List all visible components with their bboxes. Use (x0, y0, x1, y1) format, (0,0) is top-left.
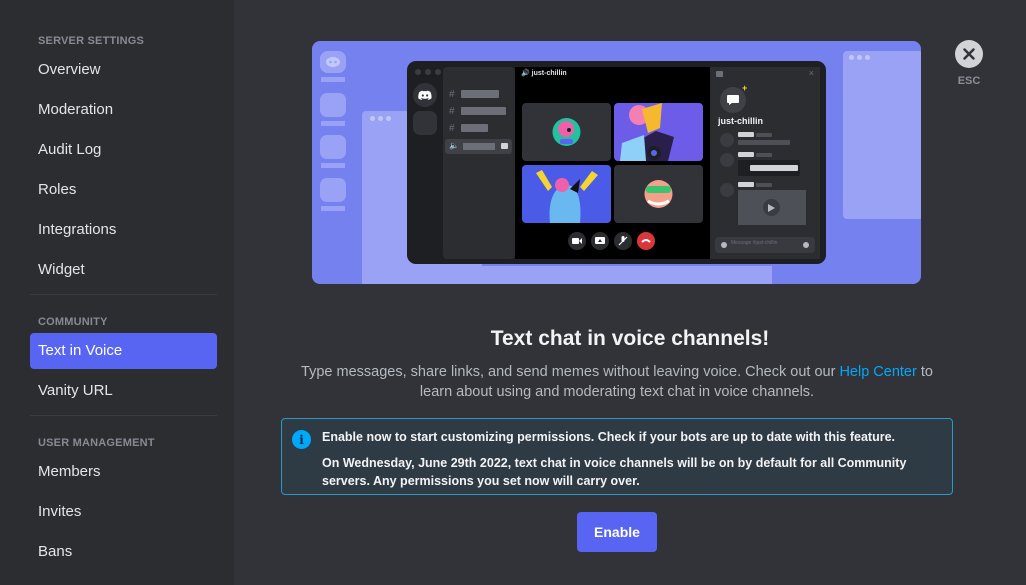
notice-line-1: Enable now to start customizing permissi… (322, 430, 896, 444)
mock-avatar (720, 183, 734, 197)
mock-time (756, 183, 772, 187)
esc-label: ESC (957, 75, 981, 87)
mock-avatar (720, 153, 734, 167)
ghost-base (362, 266, 772, 284)
sparkle-icon: + (742, 83, 748, 93)
info-notice: i Enable now to start customizing permis… (281, 418, 953, 495)
server-placeholder (413, 111, 437, 135)
sidebar-item-widget[interactable]: Widget (30, 252, 217, 288)
mock-avatar (720, 133, 734, 147)
sidebar-item-vanity-url[interactable]: Vanity URL (30, 373, 217, 409)
ghost-window-right (843, 51, 921, 219)
mock-voice-call: 🔊 just-chillin (515, 67, 710, 259)
mock-message-input: Message #just-chillin (715, 237, 815, 253)
sidebar-item-bans[interactable]: Bans (30, 534, 217, 570)
ghost-server (320, 178, 346, 202)
mock-voice-channel: 🔈 (445, 139, 512, 154)
description-text: Type messages, share links, and send mem… (301, 364, 840, 380)
sidebar-item-audit-log[interactable]: Audit Log (30, 132, 217, 168)
ghost-server-icon (320, 51, 346, 73)
screen-share-icon (591, 232, 609, 250)
ghost-server (320, 135, 346, 159)
voice-channel-name: just-chillin (531, 70, 567, 77)
help-center-link[interactable]: Help Center (839, 364, 916, 380)
section-header-user-management: USER MANAGEMENT (38, 437, 155, 449)
mock-video-embed (738, 190, 806, 225)
mute-icon (614, 232, 632, 250)
mock-time (756, 133, 772, 137)
mock-name (738, 152, 754, 157)
play-icon (763, 199, 780, 216)
message-placeholder: Message #just-chillin (731, 240, 778, 246)
settings-sidebar: SERVER SETTINGS Overview Moderation Audi… (0, 0, 234, 585)
sidebar-item-members[interactable]: Members (30, 454, 217, 490)
discord-logo-icon (413, 83, 437, 107)
ghost-bar (321, 121, 345, 126)
mock-time (756, 153, 772, 157)
camera-icon (568, 232, 586, 250)
page-description: Type messages, share links, and send mem… (290, 362, 944, 402)
close-thread-icon: × (808, 68, 814, 78)
sidebar-divider (30, 294, 217, 295)
ghost-bar (321, 206, 345, 211)
voice-channel-title: 🔊 just-chillin (521, 70, 567, 77)
page-title: Text chat in voice channels! (490, 327, 770, 350)
sidebar-item-roles[interactable]: Roles (30, 172, 217, 208)
participant-tile (522, 165, 611, 223)
notice-line-2: On Wednesday, June 29th 2022, text chat … (322, 456, 907, 488)
emoji-icon (803, 242, 809, 248)
info-icon: i (292, 430, 311, 449)
sidebar-item-moderation[interactable]: Moderation (30, 92, 217, 128)
sidebar-item-overview[interactable]: Overview (30, 52, 217, 88)
participant-tile (614, 103, 703, 161)
window-dots (415, 69, 441, 75)
mock-text-channel: # (449, 89, 499, 100)
participant-tile (614, 165, 703, 223)
mock-text-channel: # (449, 106, 506, 117)
mock-thread-panel: × + just-chillin Message #just-chillin (710, 67, 820, 259)
close-control: ESC (955, 40, 983, 87)
mock-channel-list: # # # 🔈 (443, 67, 515, 259)
mock-discord-window: # # # 🔈 🔊 just-chillin × + just-chillin … (407, 61, 826, 264)
ghost-bar (321, 163, 345, 168)
participant-tile (522, 103, 611, 161)
sidebar-item-integrations[interactable]: Integrations (30, 212, 217, 248)
add-icon (721, 242, 727, 248)
thread-icon (716, 71, 723, 77)
section-header-server-settings: SERVER SETTINGS (38, 35, 145, 47)
close-icon (963, 48, 975, 60)
mock-attachment (738, 160, 800, 176)
thread-title: just-chillin (718, 116, 763, 126)
sidebar-divider (30, 415, 217, 416)
text-in-voice-illustration: # # # 🔈 🔊 just-chillin × + just-chillin … (312, 41, 921, 284)
ghost-server (320, 93, 346, 117)
close-button[interactable] (955, 40, 983, 68)
hang-up-icon (637, 232, 655, 250)
section-header-community: COMMUNITY (38, 316, 108, 328)
mock-text-channel: # (449, 123, 488, 134)
ghost-bar (321, 77, 345, 82)
enable-button[interactable]: Enable (577, 512, 657, 552)
sidebar-item-text-in-voice[interactable]: Text in Voice (30, 333, 217, 369)
mock-name (738, 132, 754, 137)
mock-message (738, 140, 790, 145)
sidebar-item-invites[interactable]: Invites (30, 494, 217, 530)
mock-name (738, 182, 754, 187)
